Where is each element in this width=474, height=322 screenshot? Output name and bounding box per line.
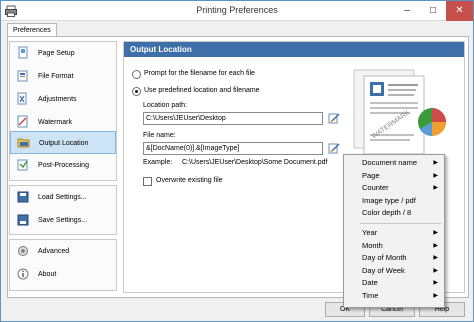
section-header: Output Location	[124, 42, 464, 57]
submenu-arrow-icon: ▶	[433, 229, 438, 236]
menu-item-label: Color depth / 8	[362, 208, 412, 218]
menu-item-label: Date	[362, 278, 378, 288]
load-settings-icon	[17, 191, 29, 203]
sidebar-item-label: Post-Processing	[38, 162, 89, 169]
minimize-button[interactable]: –	[393, 1, 421, 21]
prompt-filename-radio[interactable]	[132, 70, 141, 79]
sidebar-item-label: Page Setup	[38, 50, 75, 57]
menu-item-label: Time	[362, 290, 379, 300]
overwrite-checkbox[interactable]	[143, 177, 152, 186]
menu-item-time[interactable]: Time ▶	[344, 290, 444, 303]
sidebar-item-label: Save Settings...	[38, 217, 88, 224]
submenu-arrow-icon: ▶	[433, 242, 438, 249]
menu-item-page[interactable]: Page ▶	[344, 170, 444, 183]
menu-item-label: Day of Month	[362, 253, 407, 263]
predefined-location-label: Use predefined location and filename	[144, 87, 260, 94]
file-name-input[interactable]: &[DocName(0)].&[ImageType]	[143, 142, 323, 155]
example-label: Example:	[143, 159, 173, 166]
menu-item-image-type[interactable]: Image type / pdf	[344, 195, 444, 208]
menu-item-date[interactable]: Date ▶	[344, 277, 444, 290]
menu-item-counter[interactable]: Counter ▶	[344, 182, 444, 195]
watermark-icon	[17, 115, 28, 128]
sidebar-item-label: Watermark	[38, 119, 72, 126]
advanced-icon	[18, 246, 28, 256]
sidebar-item-file-format[interactable]: File Format	[10, 65, 116, 88]
menu-item-day-of-month[interactable]: Day of Month ▶	[344, 252, 444, 265]
prompt-filename-label: Prompt for the filename for each file	[144, 70, 255, 77]
sidebar-item-post-processing[interactable]: Post-Processing	[10, 154, 116, 177]
sidebar-item-label: About	[38, 271, 57, 278]
sidebar-item-label: File Format	[38, 73, 74, 80]
submenu-arrow-icon: ▶	[433, 172, 438, 179]
menu-item-label: Image type / pdf	[362, 195, 416, 205]
insert-macro-icon[interactable]	[328, 142, 340, 154]
file-name-label: File name:	[143, 132, 176, 139]
example-value: C:\Users\JEUser\Desktop\Some Document.pd…	[182, 159, 328, 166]
menu-item-label: Document name	[362, 158, 418, 167]
post-processing-icon	[17, 159, 28, 171]
close-button[interactable]: ✕	[446, 1, 473, 21]
menu-item-label: Page	[362, 170, 380, 180]
save-settings-icon	[17, 214, 29, 226]
sidebar-item-advanced[interactable]: Advanced	[10, 240, 116, 263]
submenu-arrow-icon: ▶	[433, 267, 438, 274]
sidebar-item-about[interactable]: About	[10, 263, 116, 286]
menu-item-month[interactable]: Month ▶	[344, 240, 444, 253]
menu-item-year[interactable]: Year ▶	[344, 227, 444, 240]
menu-item-day-of-week[interactable]: Day of Week ▶	[344, 265, 444, 278]
sidebar-item-save-settings[interactable]: Save Settings...	[10, 209, 116, 232]
sidebar-item-load-settings[interactable]: Load Settings...	[10, 186, 116, 209]
maximize-button[interactable]: □	[419, 1, 447, 21]
folder-icon	[17, 138, 30, 148]
menu-item-label: Day of Week	[362, 265, 405, 275]
title-bar: Printing Preferences – □ ✕	[1, 1, 473, 21]
file-format-icon	[17, 70, 28, 82]
adjustments-icon	[17, 92, 27, 105]
overwrite-label: Overwrite existing file	[156, 177, 223, 184]
sidebar-item-adjustments[interactable]: Adjustments	[10, 88, 116, 111]
about-icon	[17, 268, 29, 280]
browse-folder-icon[interactable]	[328, 112, 340, 124]
sidebar-item-label: Load Settings...	[38, 194, 87, 201]
submenu-arrow-icon: ▶	[433, 160, 438, 166]
sidebar-group-settings: Load Settings... Save Settings...	[9, 185, 117, 235]
sidebar-item-page-setup[interactable]: Page Setup	[10, 42, 116, 65]
location-path-label: Location path:	[143, 102, 187, 109]
sidebar-item-label: Advanced	[38, 248, 70, 255]
submenu-arrow-icon: ▶	[433, 185, 438, 192]
sidebar-group-misc: Advanced About	[9, 239, 117, 291]
menu-item-label: Counter	[362, 183, 389, 193]
submenu-arrow-icon: ▶	[433, 255, 438, 262]
menu-item-label: Year	[362, 227, 378, 237]
page-setup-icon	[18, 46, 28, 59]
macro-context-menu: Document name ▶ Page ▶ Counter ▶ Image type…	[343, 154, 445, 308]
menu-separator	[344, 220, 444, 227]
sidebar: Page Setup File Format Adjustments Water…	[9, 41, 117, 293]
sidebar-item-output-location[interactable]: Output Location	[10, 131, 116, 154]
sidebar-group-document: Page Setup File Format Adjustments Water…	[9, 41, 117, 139]
predefined-location-radio[interactable]	[132, 87, 141, 96]
printing-preferences-window: Printing Preferences – □ ✕ Preferences P…	[0, 0, 474, 322]
menu-item-color-depth[interactable]: Color depth / 8	[344, 207, 444, 220]
menu-item-label: Month	[362, 240, 383, 250]
submenu-arrow-icon: ▶	[433, 280, 438, 287]
submenu-arrow-icon: ▶	[433, 292, 438, 299]
location-path-input[interactable]: C:\Users\JEUser\Desktop	[143, 112, 323, 125]
menu-item-document-name[interactable]: Document name ▶	[344, 157, 444, 170]
sidebar-item-label: Adjustments	[38, 96, 77, 103]
sidebar-group-output: Output Location Post-Processing	[9, 131, 117, 181]
sidebar-item-label: Output Location	[39, 140, 89, 147]
tab-preferences[interactable]: Preferences	[7, 23, 57, 37]
